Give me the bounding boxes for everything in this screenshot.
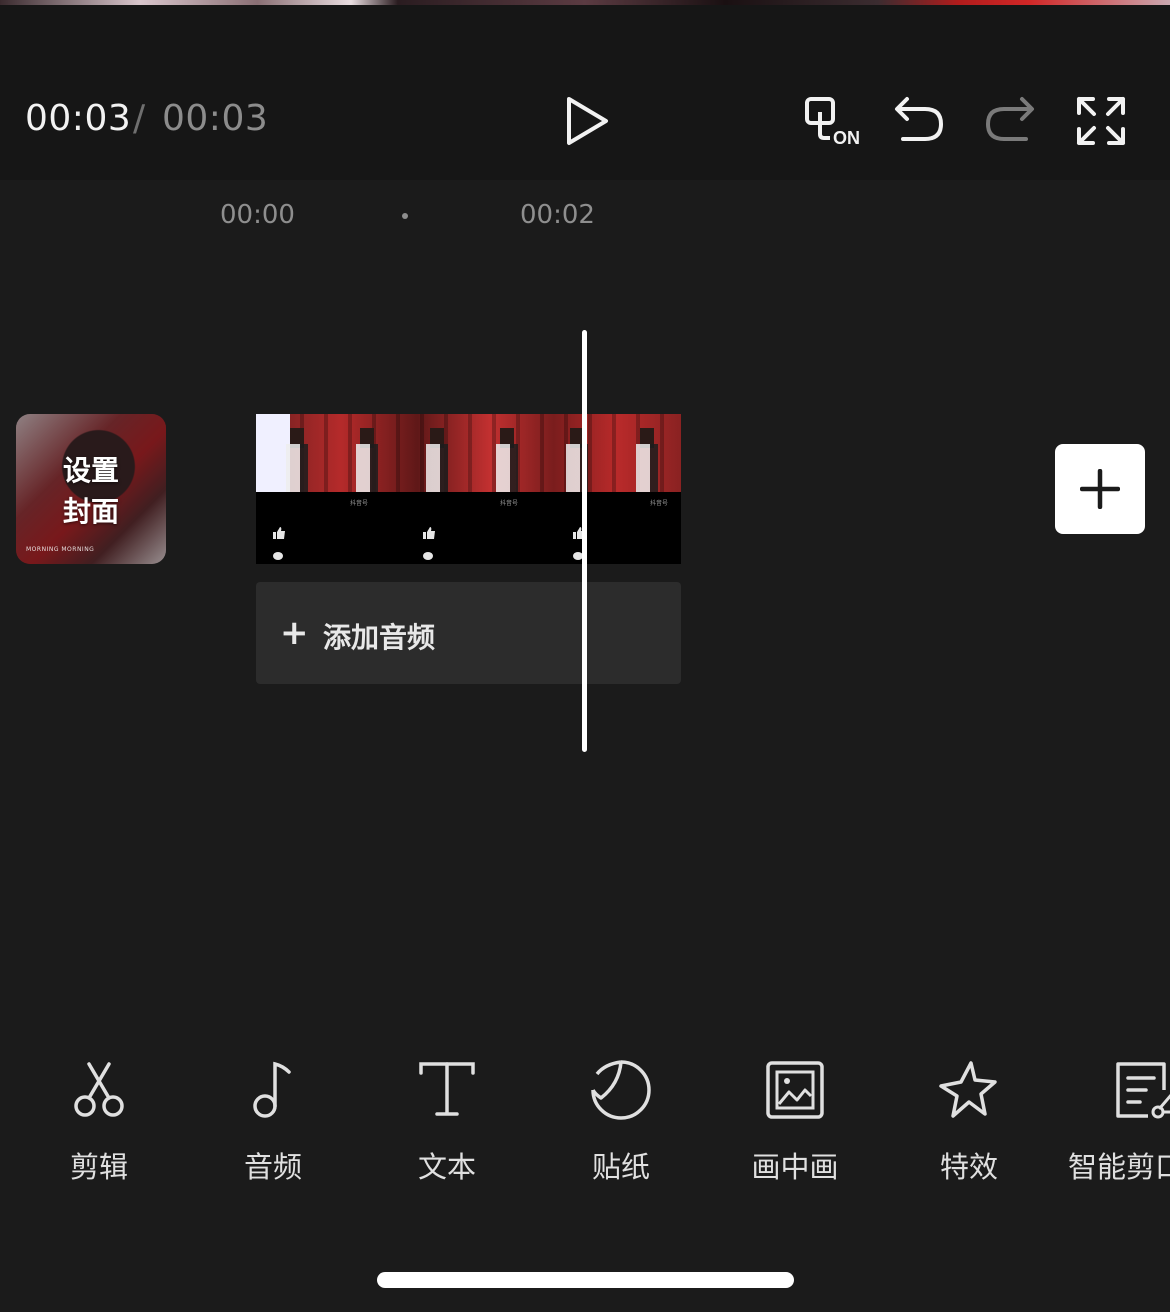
thumbs-up-icon [273,527,285,539]
tool-sticker[interactable]: 贴纸 [534,1060,708,1190]
tool-label: 文本 [417,1150,476,1184]
tool-label: 音频 [243,1150,302,1184]
smart-cut-icon [1116,1062,1170,1119]
tool-edit[interactable]: 剪辑 [12,1060,186,1190]
clip-watermark: 抖音号 [650,500,669,507]
tool-text[interactable]: 文本 [360,1060,534,1190]
ruler-dot [402,213,408,219]
ruler-mark: 00:02 [520,200,595,230]
redo-icon[interactable] [984,95,1036,143]
text-icon [419,1062,475,1116]
clip-thumbnail-figures [256,444,681,492]
keyframe-on-icon[interactable]: ON [804,96,862,148]
add-audio-label: 添加音频 [323,621,436,654]
total-time: 00:03 [162,98,269,139]
tool-label: 画中画 [751,1150,839,1184]
tool-smart-cut[interactable]: 智能剪口 [1056,1060,1170,1190]
tool-label: 特效 [939,1150,998,1184]
comment-icon [423,552,433,560]
sticker-icon [591,1060,651,1120]
home-indicator [377,1272,794,1288]
current-time: 00:03 [25,98,132,139]
cover-label: 设置 封面 [62,454,119,528]
play-icon[interactable] [564,96,610,146]
ruler-mark: 00:00 [220,200,295,230]
set-cover-button[interactable]: 设置 封面 MORNING MORNING [16,414,166,564]
tool-label: 智能剪口 [1068,1150,1170,1184]
tool-label: 贴纸 [591,1150,650,1184]
clip-watermark: 抖音号 [350,500,369,507]
add-audio-button[interactable]: + 添加音频 [256,582,681,684]
player-bar [0,5,1170,180]
picture-in-picture-icon [766,1061,824,1119]
video-clip[interactable]: 抖音号 抖音号 抖音号 [256,414,681,564]
plus-icon [1080,469,1120,509]
thumbs-up-icon [423,527,435,539]
svg-text:ON: ON [833,128,860,148]
undo-icon[interactable] [893,95,945,143]
bottom-toolbar: 剪辑 音频 文本 贴纸 画中画 特效 智能剪口 [0,1040,1170,1220]
star-effect-icon [939,1061,997,1118]
tool-audio[interactable]: 音频 [186,1060,360,1190]
comment-icon [273,552,283,560]
clip-watermark: 抖音号 [500,500,519,507]
tool-label: 剪辑 [69,1150,128,1184]
fullscreen-icon[interactable] [1076,96,1126,146]
playhead[interactable] [582,330,587,752]
music-note-icon [253,1061,291,1118]
plus-icon: + [280,613,309,653]
scissors-icon [74,1062,124,1117]
add-clip-button[interactable] [1055,444,1145,534]
time-separator: / [133,98,146,139]
tool-pip[interactable]: 画中画 [708,1060,882,1190]
cover-caption: MORNING MORNING [26,546,95,553]
tool-effects[interactable]: 特效 [882,1060,1056,1190]
